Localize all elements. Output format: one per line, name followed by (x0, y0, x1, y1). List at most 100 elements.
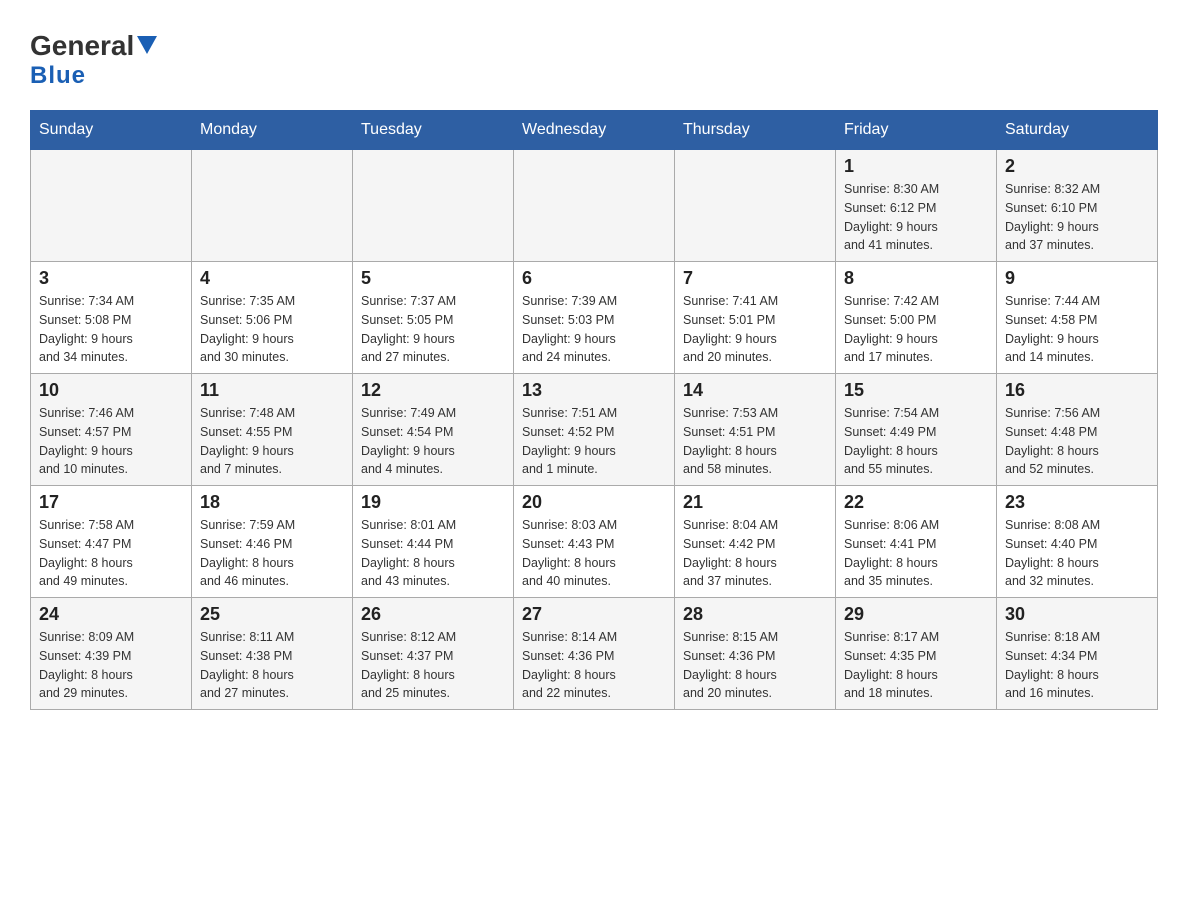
logo: General Blue (30, 30, 159, 90)
day-info: Sunrise: 8:03 AM Sunset: 4:43 PM Dayligh… (522, 516, 666, 591)
day-number: 22 (844, 492, 988, 513)
day-info: Sunrise: 8:14 AM Sunset: 4:36 PM Dayligh… (522, 628, 666, 703)
day-number: 15 (844, 380, 988, 401)
calendar-day-cell: 5Sunrise: 7:37 AM Sunset: 5:05 PM Daylig… (353, 262, 514, 374)
day-number: 1 (844, 156, 988, 177)
day-number: 10 (39, 380, 183, 401)
calendar-day-cell: 13 Sunrise: 7:51 AM Sunset: 4:52 PM Dayli… (514, 374, 675, 486)
day-info: Sunrise: 7:58 AM Sunset: 4:47 PM Dayligh… (39, 516, 183, 591)
calendar-day-cell: 15 Sunrise: 7:54 AM Sunset: 4:49 PM Dayli… (836, 374, 997, 486)
weekday-header-saturday: Saturday (997, 111, 1158, 150)
day-number: 13 (522, 380, 666, 401)
day-number: 14 (683, 380, 827, 401)
day-info: Sunrise: 7:49 AM Sunset: 4:54 PM Dayligh… (361, 404, 505, 479)
day-info: Sunrise: 7:34 AM Sunset: 5:08 PM Dayligh… (39, 292, 183, 367)
calendar-day-cell (353, 150, 514, 262)
day-info: Sunrise: 8:12 AM Sunset: 4:37 PM Dayligh… (361, 628, 505, 703)
day-info: Sunrise: 7:54 AM Sunset: 4:49 PM Dayligh… (844, 404, 988, 479)
calendar-day-cell (514, 150, 675, 262)
day-info: Sunrise: 7:37 AM Sunset: 5:05 PM Dayligh… (361, 292, 505, 367)
day-number: 29 (844, 604, 988, 625)
day-number: 17 (39, 492, 183, 513)
day-info: Sunrise: 8:06 AM Sunset: 4:41 PM Dayligh… (844, 516, 988, 591)
calendar-day-cell: 30 Sunrise: 8:18 AM Sunset: 4:34 PM Dayli… (997, 598, 1158, 710)
calendar-table: SundayMondayTuesdayWednesdayThursdayFrid… (30, 110, 1158, 710)
day-info: Sunrise: 8:30 AM Sunset: 6:12 PM Dayligh… (844, 180, 988, 255)
logo-combined: General (30, 30, 159, 62)
calendar-day-cell: 1 Sunrise: 8:30 AM Sunset: 6:12 PM Daylig… (836, 150, 997, 262)
calendar-day-cell: 20 Sunrise: 8:03 AM Sunset: 4:43 PM Dayli… (514, 486, 675, 598)
calendar-day-cell: 26Sunrise: 8:12 AM Sunset: 4:37 PM Dayli… (353, 598, 514, 710)
day-number: 27 (522, 604, 666, 625)
day-info: Sunrise: 7:56 AM Sunset: 4:48 PM Dayligh… (1005, 404, 1149, 479)
calendar-day-cell: 10 Sunrise: 7:46 AM Sunset: 4:57 PM Dayli… (31, 374, 192, 486)
calendar-week-row: 10 Sunrise: 7:46 AM Sunset: 4:57 PM Dayli… (31, 374, 1158, 486)
day-info: Sunrise: 7:48 AM Sunset: 4:55 PM Dayligh… (200, 404, 344, 479)
calendar-day-cell: 18 Sunrise: 7:59 AM Sunset: 4:46 PM Dayli… (192, 486, 353, 598)
weekday-header-sunday: Sunday (31, 111, 192, 150)
calendar-day-cell: 29Sunrise: 8:17 AM Sunset: 4:35 PM Dayli… (836, 598, 997, 710)
calendar-day-cell: 23 Sunrise: 8:08 AM Sunset: 4:40 PM Dayli… (997, 486, 1158, 598)
calendar-day-cell (192, 150, 353, 262)
day-info: Sunrise: 8:04 AM Sunset: 4:42 PM Dayligh… (683, 516, 827, 591)
day-number: 8 (844, 268, 988, 289)
day-number: 6 (522, 268, 666, 289)
day-info: Sunrise: 8:08 AM Sunset: 4:40 PM Dayligh… (1005, 516, 1149, 591)
day-info: Sunrise: 8:18 AM Sunset: 4:34 PM Dayligh… (1005, 628, 1149, 703)
day-number: 30 (1005, 604, 1149, 625)
day-info: Sunrise: 7:46 AM Sunset: 4:57 PM Dayligh… (39, 404, 183, 479)
calendar-week-row: 1 Sunrise: 8:30 AM Sunset: 6:12 PM Daylig… (31, 150, 1158, 262)
day-info: Sunrise: 8:15 AM Sunset: 4:36 PM Dayligh… (683, 628, 827, 703)
weekday-header-tuesday: Tuesday (353, 111, 514, 150)
day-info: Sunrise: 8:32 AM Sunset: 6:10 PM Dayligh… (1005, 180, 1149, 255)
day-number: 25 (200, 604, 344, 625)
logo-blue-line: Blue (30, 62, 86, 90)
calendar-day-cell (675, 150, 836, 262)
day-info: Sunrise: 7:53 AM Sunset: 4:51 PM Dayligh… (683, 404, 827, 479)
calendar-day-cell: 17 Sunrise: 7:58 AM Sunset: 4:47 PM Dayli… (31, 486, 192, 598)
calendar-day-cell: 25 Sunrise: 8:11 AM Sunset: 4:38 PM Dayli… (192, 598, 353, 710)
calendar-day-cell: 6Sunrise: 7:39 AM Sunset: 5:03 PM Daylig… (514, 262, 675, 374)
day-info: Sunrise: 7:41 AM Sunset: 5:01 PM Dayligh… (683, 292, 827, 367)
calendar-day-cell: 9Sunrise: 7:44 AM Sunset: 4:58 PM Daylig… (997, 262, 1158, 374)
calendar-day-cell: 27 Sunrise: 8:14 AM Sunset: 4:36 PM Dayli… (514, 598, 675, 710)
day-number: 20 (522, 492, 666, 513)
day-number: 18 (200, 492, 344, 513)
calendar-day-cell: 7Sunrise: 7:41 AM Sunset: 5:01 PM Daylig… (675, 262, 836, 374)
calendar-day-cell: 11 Sunrise: 7:48 AM Sunset: 4:55 PM Dayli… (192, 374, 353, 486)
calendar-week-row: 17 Sunrise: 7:58 AM Sunset: 4:47 PM Dayli… (31, 486, 1158, 598)
day-number: 2 (1005, 156, 1149, 177)
weekday-header-row: SundayMondayTuesdayWednesdayThursdayFrid… (31, 111, 1158, 150)
day-info: Sunrise: 8:01 AM Sunset: 4:44 PM Dayligh… (361, 516, 505, 591)
calendar-day-cell: 22 Sunrise: 8:06 AM Sunset: 4:41 PM Dayli… (836, 486, 997, 598)
day-number: 23 (1005, 492, 1149, 513)
weekday-header-monday: Monday (192, 111, 353, 150)
calendar-day-cell (31, 150, 192, 262)
logo-general: General (30, 30, 134, 62)
day-info: Sunrise: 8:11 AM Sunset: 4:38 PM Dayligh… (200, 628, 344, 703)
day-info: Sunrise: 7:59 AM Sunset: 4:46 PM Dayligh… (200, 516, 344, 591)
day-info: Sunrise: 7:44 AM Sunset: 4:58 PM Dayligh… (1005, 292, 1149, 367)
day-number: 24 (39, 604, 183, 625)
calendar-day-cell: 24Sunrise: 8:09 AM Sunset: 4:39 PM Dayli… (31, 598, 192, 710)
calendar-day-cell: 21 Sunrise: 8:04 AM Sunset: 4:42 PM Dayli… (675, 486, 836, 598)
day-info: Sunrise: 7:51 AM Sunset: 4:52 PM Dayligh… (522, 404, 666, 479)
day-number: 16 (1005, 380, 1149, 401)
day-number: 21 (683, 492, 827, 513)
calendar-day-cell: 16 Sunrise: 7:56 AM Sunset: 4:48 PM Dayli… (997, 374, 1158, 486)
day-info: Sunrise: 7:42 AM Sunset: 5:00 PM Dayligh… (844, 292, 988, 367)
calendar-day-cell: 3Sunrise: 7:34 AM Sunset: 5:08 PM Daylig… (31, 262, 192, 374)
weekday-header-thursday: Thursday (675, 111, 836, 150)
calendar-day-cell: 2 Sunrise: 8:32 AM Sunset: 6:10 PM Daylig… (997, 150, 1158, 262)
logo-triangle-icon (137, 36, 157, 54)
calendar-week-row: 3Sunrise: 7:34 AM Sunset: 5:08 PM Daylig… (31, 262, 1158, 374)
day-number: 11 (200, 380, 344, 401)
calendar-day-cell: 4Sunrise: 7:35 AM Sunset: 5:06 PM Daylig… (192, 262, 353, 374)
calendar-day-cell: 28 Sunrise: 8:15 AM Sunset: 4:36 PM Dayli… (675, 598, 836, 710)
page-header: General Blue (20, 20, 1168, 90)
calendar-day-cell: 12 Sunrise: 7:49 AM Sunset: 4:54 PM Dayli… (353, 374, 514, 486)
weekday-header-friday: Friday (836, 111, 997, 150)
day-number: 28 (683, 604, 827, 625)
calendar-day-cell: 8 Sunrise: 7:42 AM Sunset: 5:00 PM Daylig… (836, 262, 997, 374)
day-number: 12 (361, 380, 505, 401)
